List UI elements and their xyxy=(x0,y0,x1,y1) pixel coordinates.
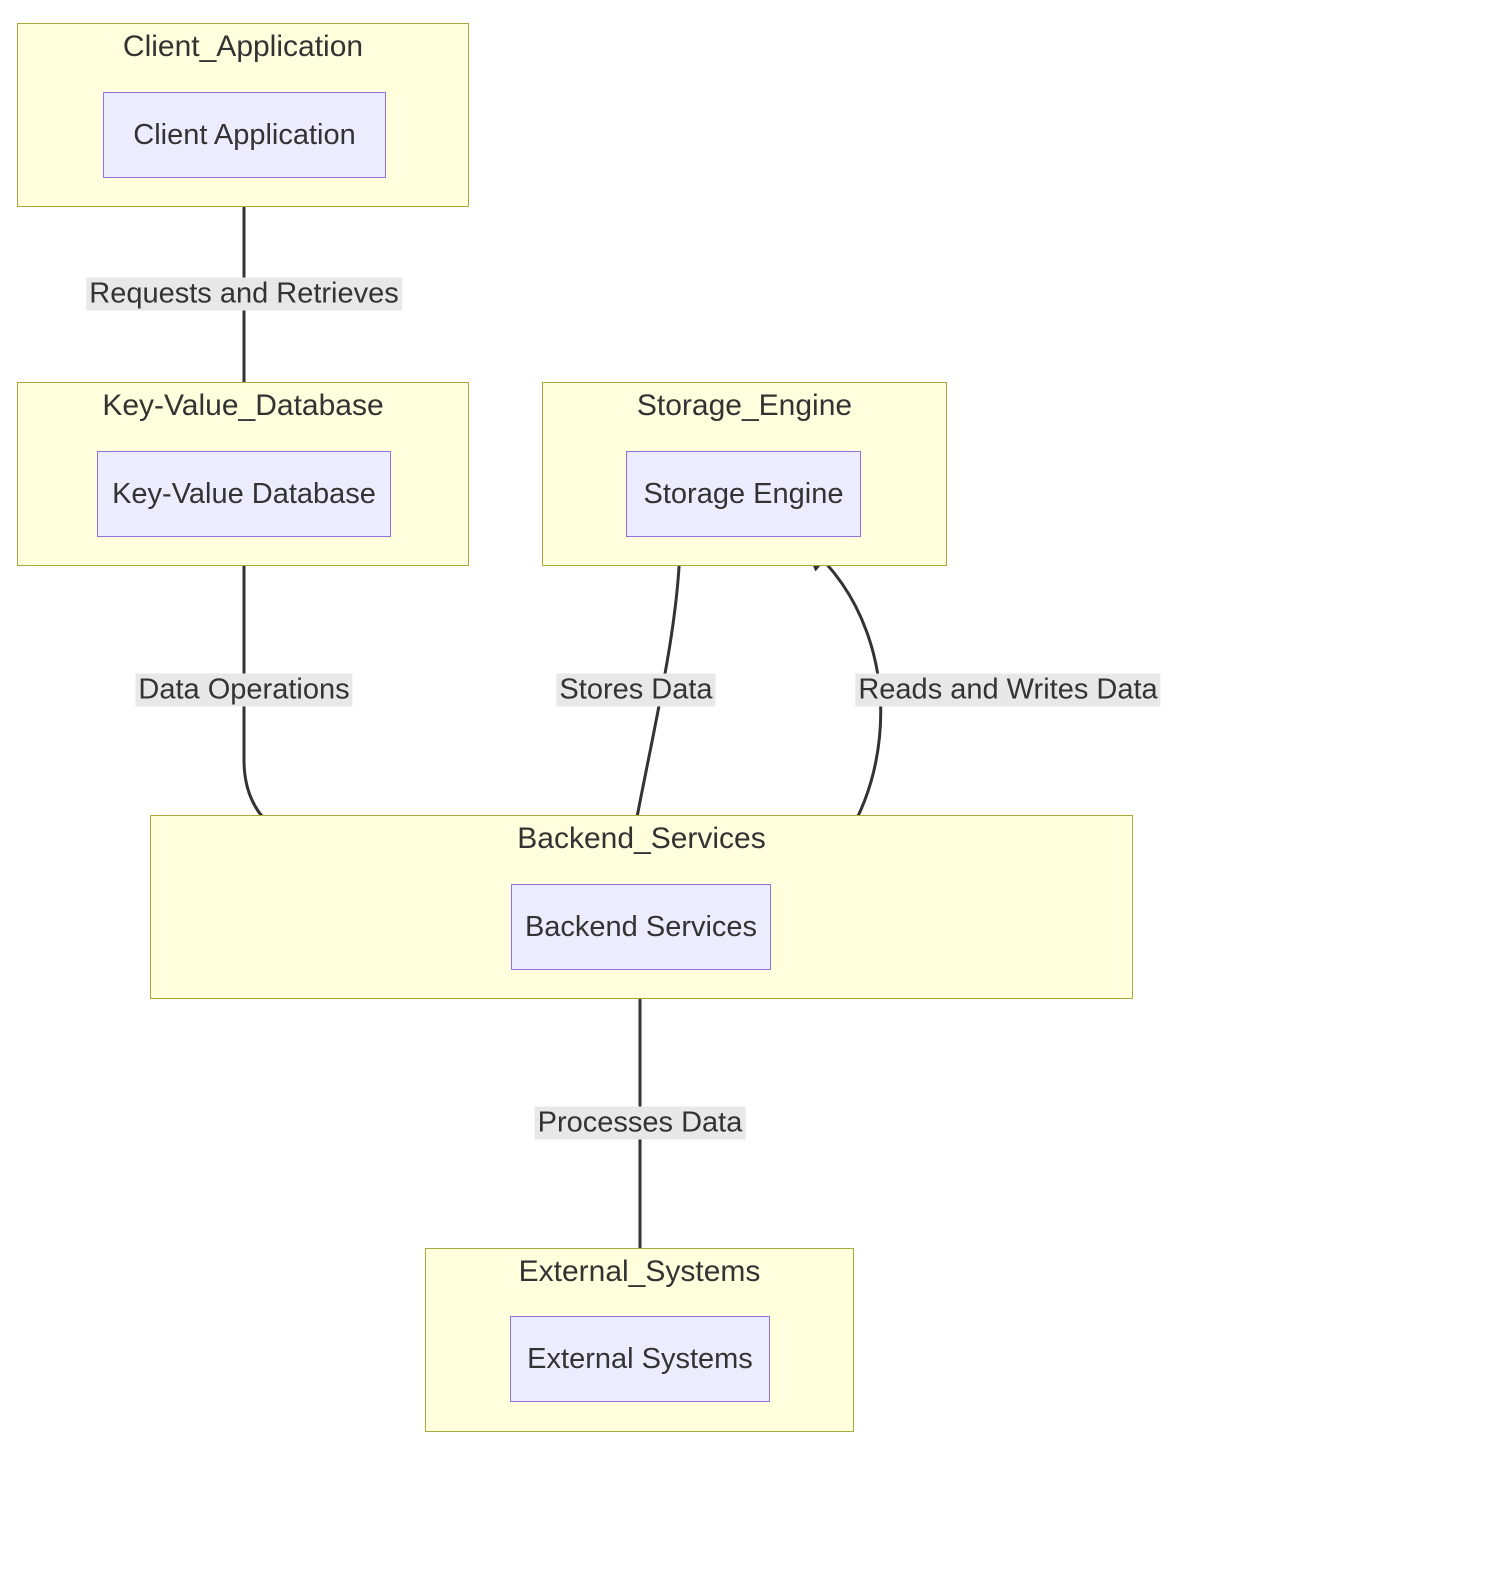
node-storage-engine: Storage Engine xyxy=(626,451,861,537)
edge-label-stores-data: Stores Data xyxy=(556,674,715,707)
node-key-value-database: Key-Value Database xyxy=(97,451,391,537)
node-label: Backend Services xyxy=(525,911,757,944)
node-backend-services: Backend Services xyxy=(511,884,771,970)
node-label: Storage Engine xyxy=(644,478,844,511)
cluster-title-client-application: Client_Application xyxy=(18,30,468,64)
edge-label-processes-data: Processes Data xyxy=(535,1107,746,1140)
cluster-title-external-systems: External_Systems xyxy=(426,1255,853,1289)
cluster-title-storage-engine: Storage_Engine xyxy=(543,389,946,423)
edge-label-data-operations: Data Operations xyxy=(135,674,352,707)
edge-label-requests-and-retrieves: Requests and Retrieves xyxy=(86,278,402,311)
node-client-application: Client Application xyxy=(103,92,386,178)
node-external-systems: External Systems xyxy=(510,1316,770,1402)
edge-label-reads-and-writes-data: Reads and Writes Data xyxy=(855,674,1160,707)
node-label: Key-Value Database xyxy=(112,478,376,511)
node-label: Client Application xyxy=(133,119,355,152)
cluster-title-key-value-database: Key-Value_Database xyxy=(18,389,468,423)
diagram-canvas: Client_Application Client Application Ke… xyxy=(0,0,1500,1575)
node-label: External Systems xyxy=(527,1343,753,1376)
cluster-title-backend-services: Backend_Services xyxy=(151,822,1132,856)
